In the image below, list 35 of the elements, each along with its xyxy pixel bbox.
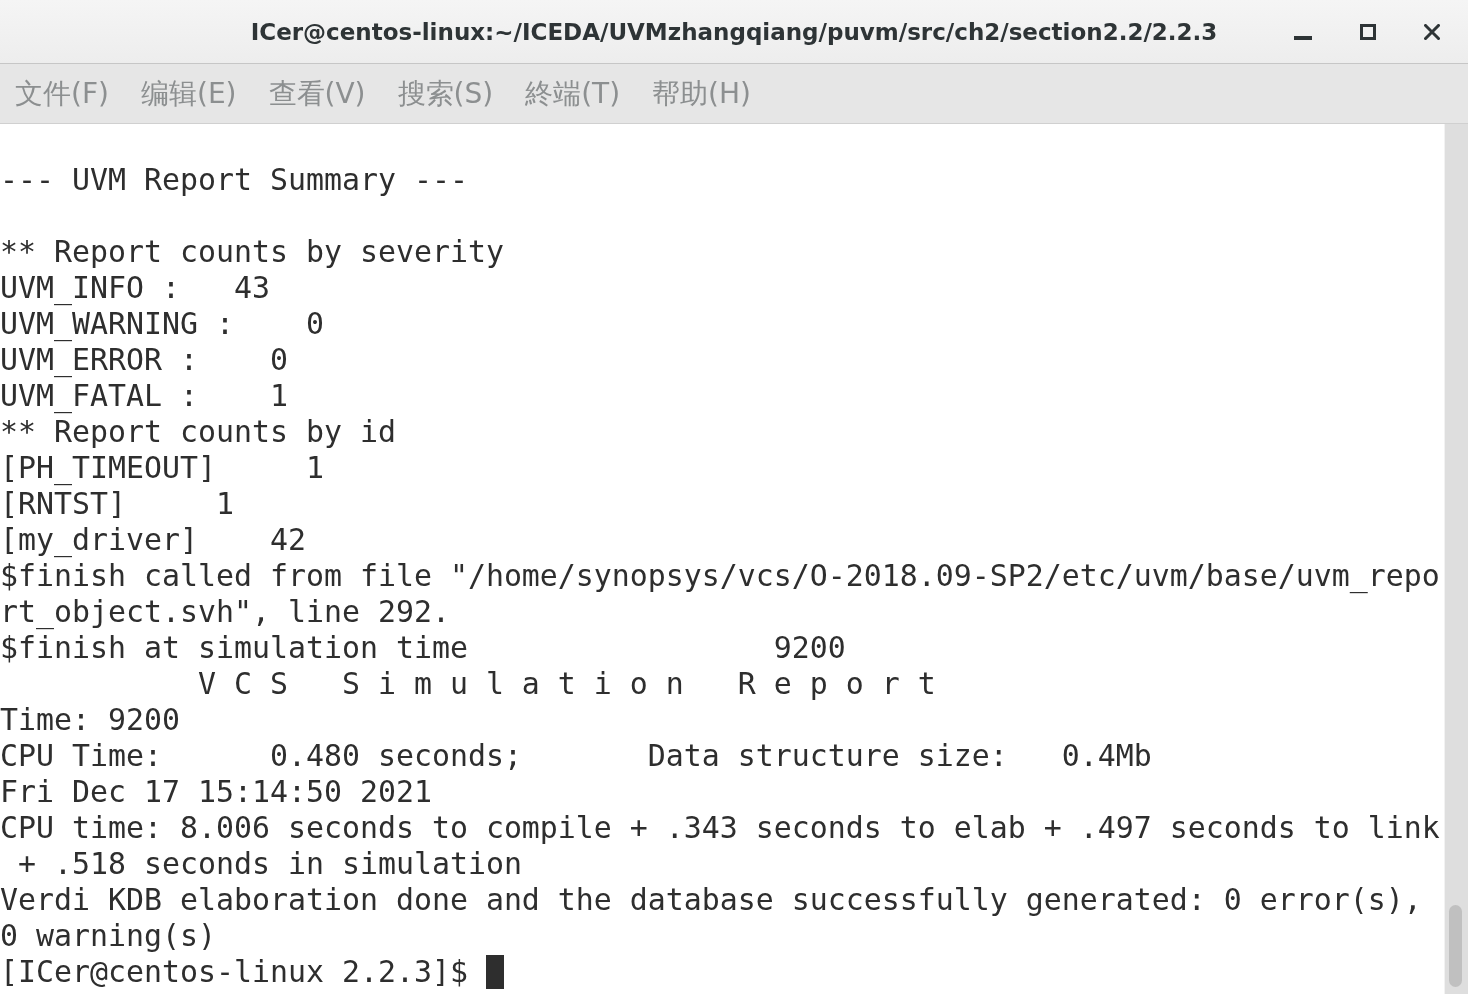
output-line: [my_driver] 42 bbox=[0, 522, 306, 558]
output-line: rt_object.svh", line 292. bbox=[0, 594, 450, 630]
output-line: CPU Time: 0.480 seconds; Data structure size: 0.4Mb bbox=[0, 738, 1152, 774]
menu-item[interactable]: 終端(T) bbox=[516, 70, 630, 117]
output-line: ** Report counts by severity bbox=[0, 234, 504, 270]
output-line: V C S S i m u l a t i o n R e p o r t bbox=[196, 666, 936, 702]
output-line: CPU time: 8.006 seconds to compile + .343 seconds to elab + .497 seconds to link bbox=[0, 810, 1440, 846]
output-line: ** Report counts by id bbox=[0, 414, 396, 450]
window-title: ICer@centos-linux:~/ICEDA/UVMzhangqiang/puvm/src/ch2/section2.2/2.2.3 bbox=[250, 18, 1218, 45]
output-line: [PH_TIMEOUT] 1 bbox=[0, 450, 324, 486]
output-line: 0 warning(s) bbox=[0, 918, 216, 954]
menu-item[interactable]: 编辑(E) bbox=[131, 70, 246, 117]
output-line: $finish called from file "/home/synopsys/vcs/O-2018.09-SP2/etc/uvm/base/uvm_repo bbox=[0, 558, 1440, 594]
output-line: Verdi KDB elaboration done and the database successfully generated: 0 error(s), bbox=[0, 882, 1422, 918]
output-line: UVM_ERROR : 0 bbox=[0, 342, 288, 378]
minimize-icon bbox=[1294, 35, 1312, 40]
scrollbar-thumb[interactable] bbox=[1449, 905, 1462, 987]
output-line: $finish at simulation time 9200 bbox=[0, 630, 846, 666]
output-line: [RNTST] 1 bbox=[0, 486, 234, 522]
output-line: --- UVM Report Summary --- bbox=[0, 162, 468, 198]
maximize-icon bbox=[1360, 23, 1376, 40]
output-line: Time: 9200 bbox=[0, 702, 180, 738]
output-line: UVM_WARNING : 0 bbox=[0, 306, 324, 342]
menu-item[interactable]: 搜索(S) bbox=[388, 70, 503, 117]
menu-item[interactable]: 查看(V) bbox=[259, 70, 375, 117]
output-line: + .518 seconds in simulation bbox=[17, 846, 522, 882]
scrollbar-track[interactable] bbox=[1444, 124, 1468, 994]
output-line: UVM_FATAL : 1 bbox=[0, 378, 288, 414]
shell-prompt: [ICer@centos-linux 2.2.3]$ bbox=[0, 954, 468, 990]
menu-item[interactable]: 文件(F) bbox=[6, 70, 118, 117]
output-line: UVM_INFO : 43 bbox=[0, 270, 270, 306]
close-icon bbox=[1424, 23, 1440, 40]
output-line: Fri Dec 17 15:14:50 2021 bbox=[0, 774, 432, 810]
menu-item[interactable]: 帮助(H) bbox=[643, 70, 760, 117]
text-cursor-icon bbox=[485, 955, 504, 989]
